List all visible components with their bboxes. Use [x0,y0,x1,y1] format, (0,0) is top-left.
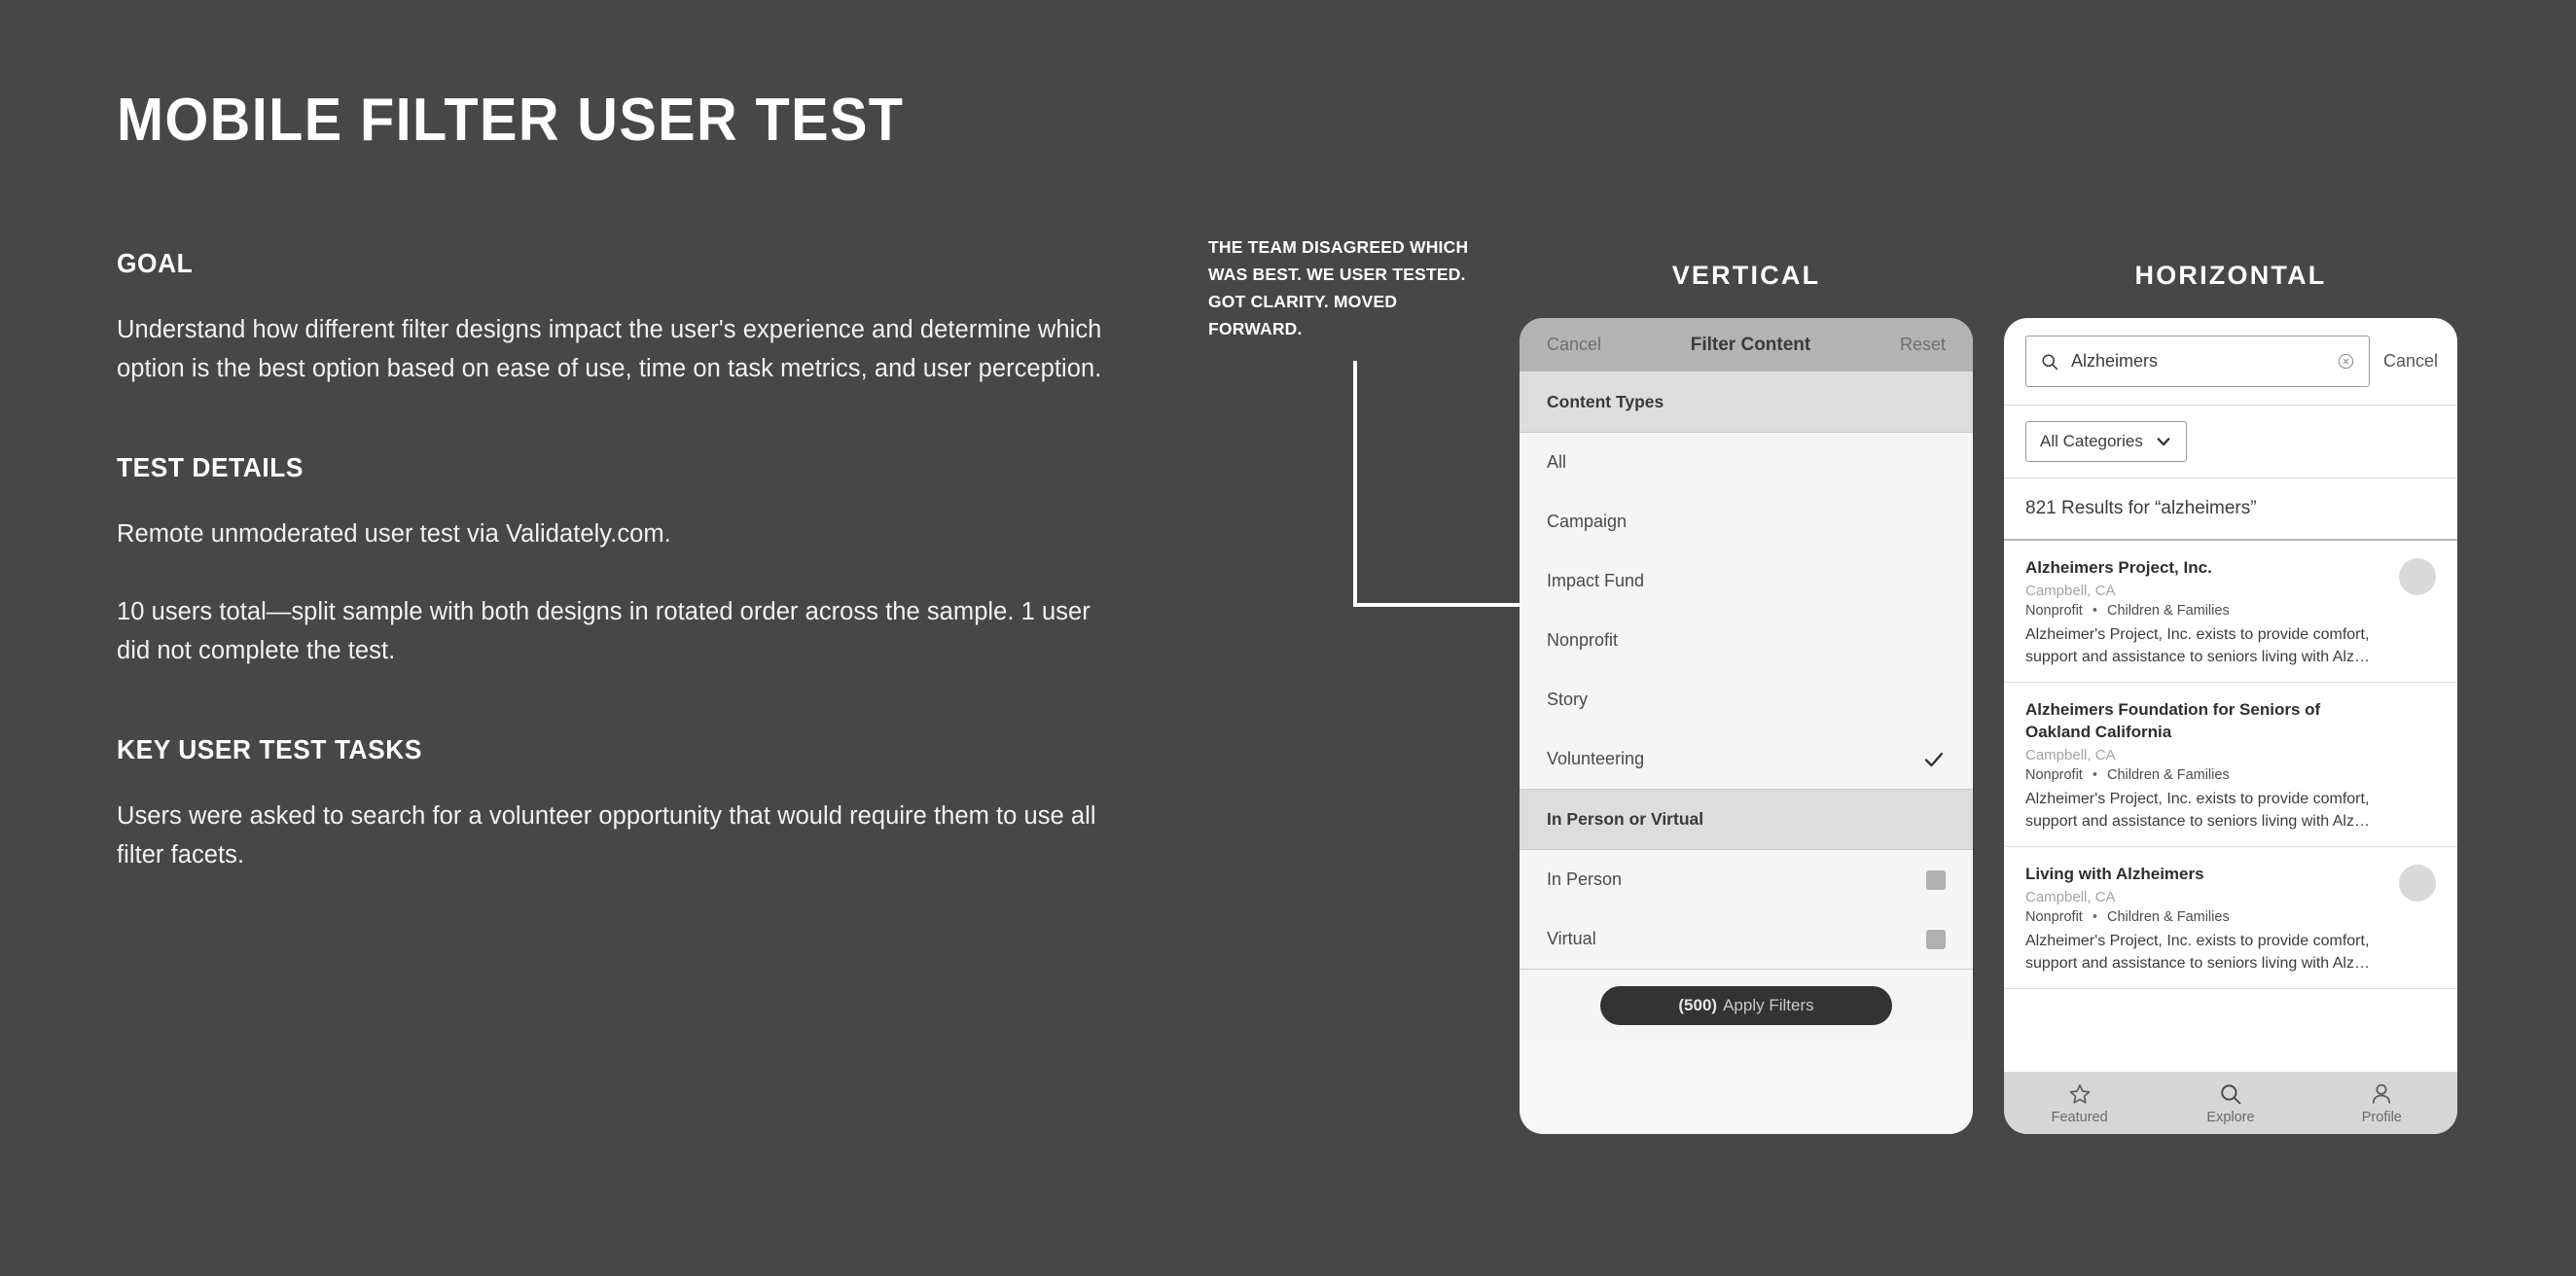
results-count-header: 821 Results for “alzheimers” [2004,478,2457,541]
goal-body: Understand how different filter designs … [117,316,1102,382]
horizontal-design-phone: Alzheimers Cancel All Categories 821 Res… [2004,318,2457,1134]
content-types-list: All Campaign Impact Fund Nonprofit Story… [1520,433,1973,789]
result-tag-type: Nonprofit [2025,603,2083,619]
filter-row-impact-fund[interactable]: Impact Fund [1520,551,1973,611]
filter-row-label: Story [1547,690,1589,709]
filter-row-label: All [1547,452,1567,472]
search-input[interactable]: Alzheimers [2025,336,2370,387]
tab-profile[interactable]: Profile [2307,1081,2457,1125]
filter-row-virtual[interactable]: Virtual [1520,909,1973,969]
search-icon [2040,352,2059,372]
chevron-down-icon [2155,433,2172,450]
result-tags: Nonprofit • Children & Families [2025,603,2436,619]
person-icon [2369,1081,2394,1107]
result-title: Living with Alzheimers [2025,865,2204,883]
filter-row-label: Virtual [1547,929,1596,948]
result-description: Alzheimer's Project, Inc. exists to prov… [2025,626,2370,665]
search-cancel-button[interactable]: Cancel [2383,351,2438,372]
tab-label: Featured [2051,1109,2108,1125]
filter-navbar: Cancel Filter Content Reset [1520,318,1973,372]
search-input-value[interactable]: Alzheimers [2071,351,2325,372]
result-tag-category: Children & Families [2106,603,2230,619]
left-content-column: GOAL Understand how different filter des… [117,248,1109,874]
cancel-button[interactable]: Cancel [1547,335,1601,355]
callout-text: THE TEAM DISAGREED WHICH WAS BEST. WE US… [1208,237,1469,338]
category-filter-row: All Categories [2004,406,2457,478]
search-bar-row: Alzheimers Cancel [2004,318,2457,406]
filter-row-in-person[interactable]: In Person [1520,850,1973,909]
apply-filters-label: Apply Filters [1723,995,1814,1014]
tag-separator-dot: • [2092,909,2097,925]
result-tag-type: Nonprofit [2025,909,2083,925]
filter-row-label: Volunteering [1547,749,1645,768]
filter-row-all[interactable]: All [1520,433,1973,492]
result-location: Campbell, CA [2025,747,2116,763]
bottom-tab-bar: Featured Explore Profile [2004,1072,2457,1134]
checkbox-virtual[interactable] [1926,929,1946,949]
checkmark-icon [1922,748,1946,771]
filter-title: Filter Content [1690,334,1811,355]
in-person-virtual-list: In Person Virtual [1520,850,1973,969]
key-tasks-heading: KEY USER TEST TASKS [117,734,422,764]
filter-row-label: Campaign [1547,512,1628,531]
result-card[interactable]: Living with Alzheimers Campbell, CA Nonp… [2004,847,2457,989]
result-description: Alzheimer's Project, Inc. exists to prov… [2025,791,2370,830]
goal-heading: GOAL [117,248,194,278]
test-details-heading: TEST DETAILS [117,452,304,482]
tag-separator-dot: • [2092,603,2097,619]
filter-row-volunteering[interactable]: Volunteering [1520,729,1973,789]
filter-footer: (500) Apply Filters [1520,969,1973,1041]
result-title: Alzheimers Foundation for Seniors of Oak… [2025,700,2321,741]
result-tag-category: Children & Families [2106,909,2230,925]
clear-icon[interactable] [2337,352,2355,371]
filter-row-story[interactable]: Story [1520,670,1973,729]
result-tags: Nonprofit • Children & Families [2025,767,2436,783]
all-categories-dropdown[interactable]: All Categories [2025,421,2187,462]
all-categories-label: All Categories [2040,432,2143,450]
filter-row-campaign[interactable]: Campaign [1520,492,1973,551]
horizontal-column-label: HORIZONTAL [2134,261,2327,290]
reset-button[interactable]: Reset [1900,335,1946,355]
tab-featured[interactable]: Featured [2004,1081,2155,1125]
apply-filters-count: (500) [1678,995,1718,1014]
tab-explore[interactable]: Explore [2155,1081,2306,1125]
vertical-design-phone: Cancel Filter Content Reset Content Type… [1520,318,1973,1134]
vertical-column-label: VERTICAL [1671,261,1821,290]
apply-filters-button[interactable]: (500) Apply Filters [1600,985,1892,1025]
result-tags: Nonprofit • Children & Families [2025,909,2436,925]
filter-row-label: Nonprofit [1547,630,1619,650]
result-card[interactable]: Alzheimers Foundation for Seniors of Oak… [2004,683,2457,847]
tab-label: Explore [2206,1109,2255,1125]
test-details-body: Remote unmoderated user test via Validat… [117,520,671,548]
result-location: Campbell, CA [2025,889,2116,905]
test-details-body-2: 10 users total—split sample with both de… [117,598,1091,664]
tab-label: Profile [2361,1109,2402,1125]
result-card[interactable]: Alzheimers Project, Inc. Campbell, CA No… [2004,541,2457,683]
result-title: Alzheimers Project, Inc. [2025,558,2212,577]
in-person-or-virtual-heading: In Person or Virtual [1520,789,1973,850]
avatar [2399,865,2436,902]
tag-separator-dot: • [2092,767,2097,783]
result-description: Alzheimer's Project, Inc. exists to prov… [2025,933,2370,972]
checkbox-in-person[interactable] [1926,869,1946,890]
result-tag-category: Children & Families [2106,767,2230,783]
content-types-heading: Content Types [1520,372,1973,433]
bracket-connector [1353,361,1524,607]
key-tasks-body: Users were asked to search for a volunte… [117,802,1096,868]
filter-row-nonprofit[interactable]: Nonprofit [1520,611,1973,670]
filter-row-label: In Person [1547,869,1623,889]
page-title: MOBILE FILTER USER TEST [117,87,905,154]
avatar [2399,558,2436,595]
filter-row-label: Impact Fund [1547,571,1645,590]
search-icon [2218,1081,2243,1107]
star-icon [2067,1081,2093,1107]
result-location: Campbell, CA [2025,583,2116,599]
result-tag-type: Nonprofit [2025,767,2083,783]
